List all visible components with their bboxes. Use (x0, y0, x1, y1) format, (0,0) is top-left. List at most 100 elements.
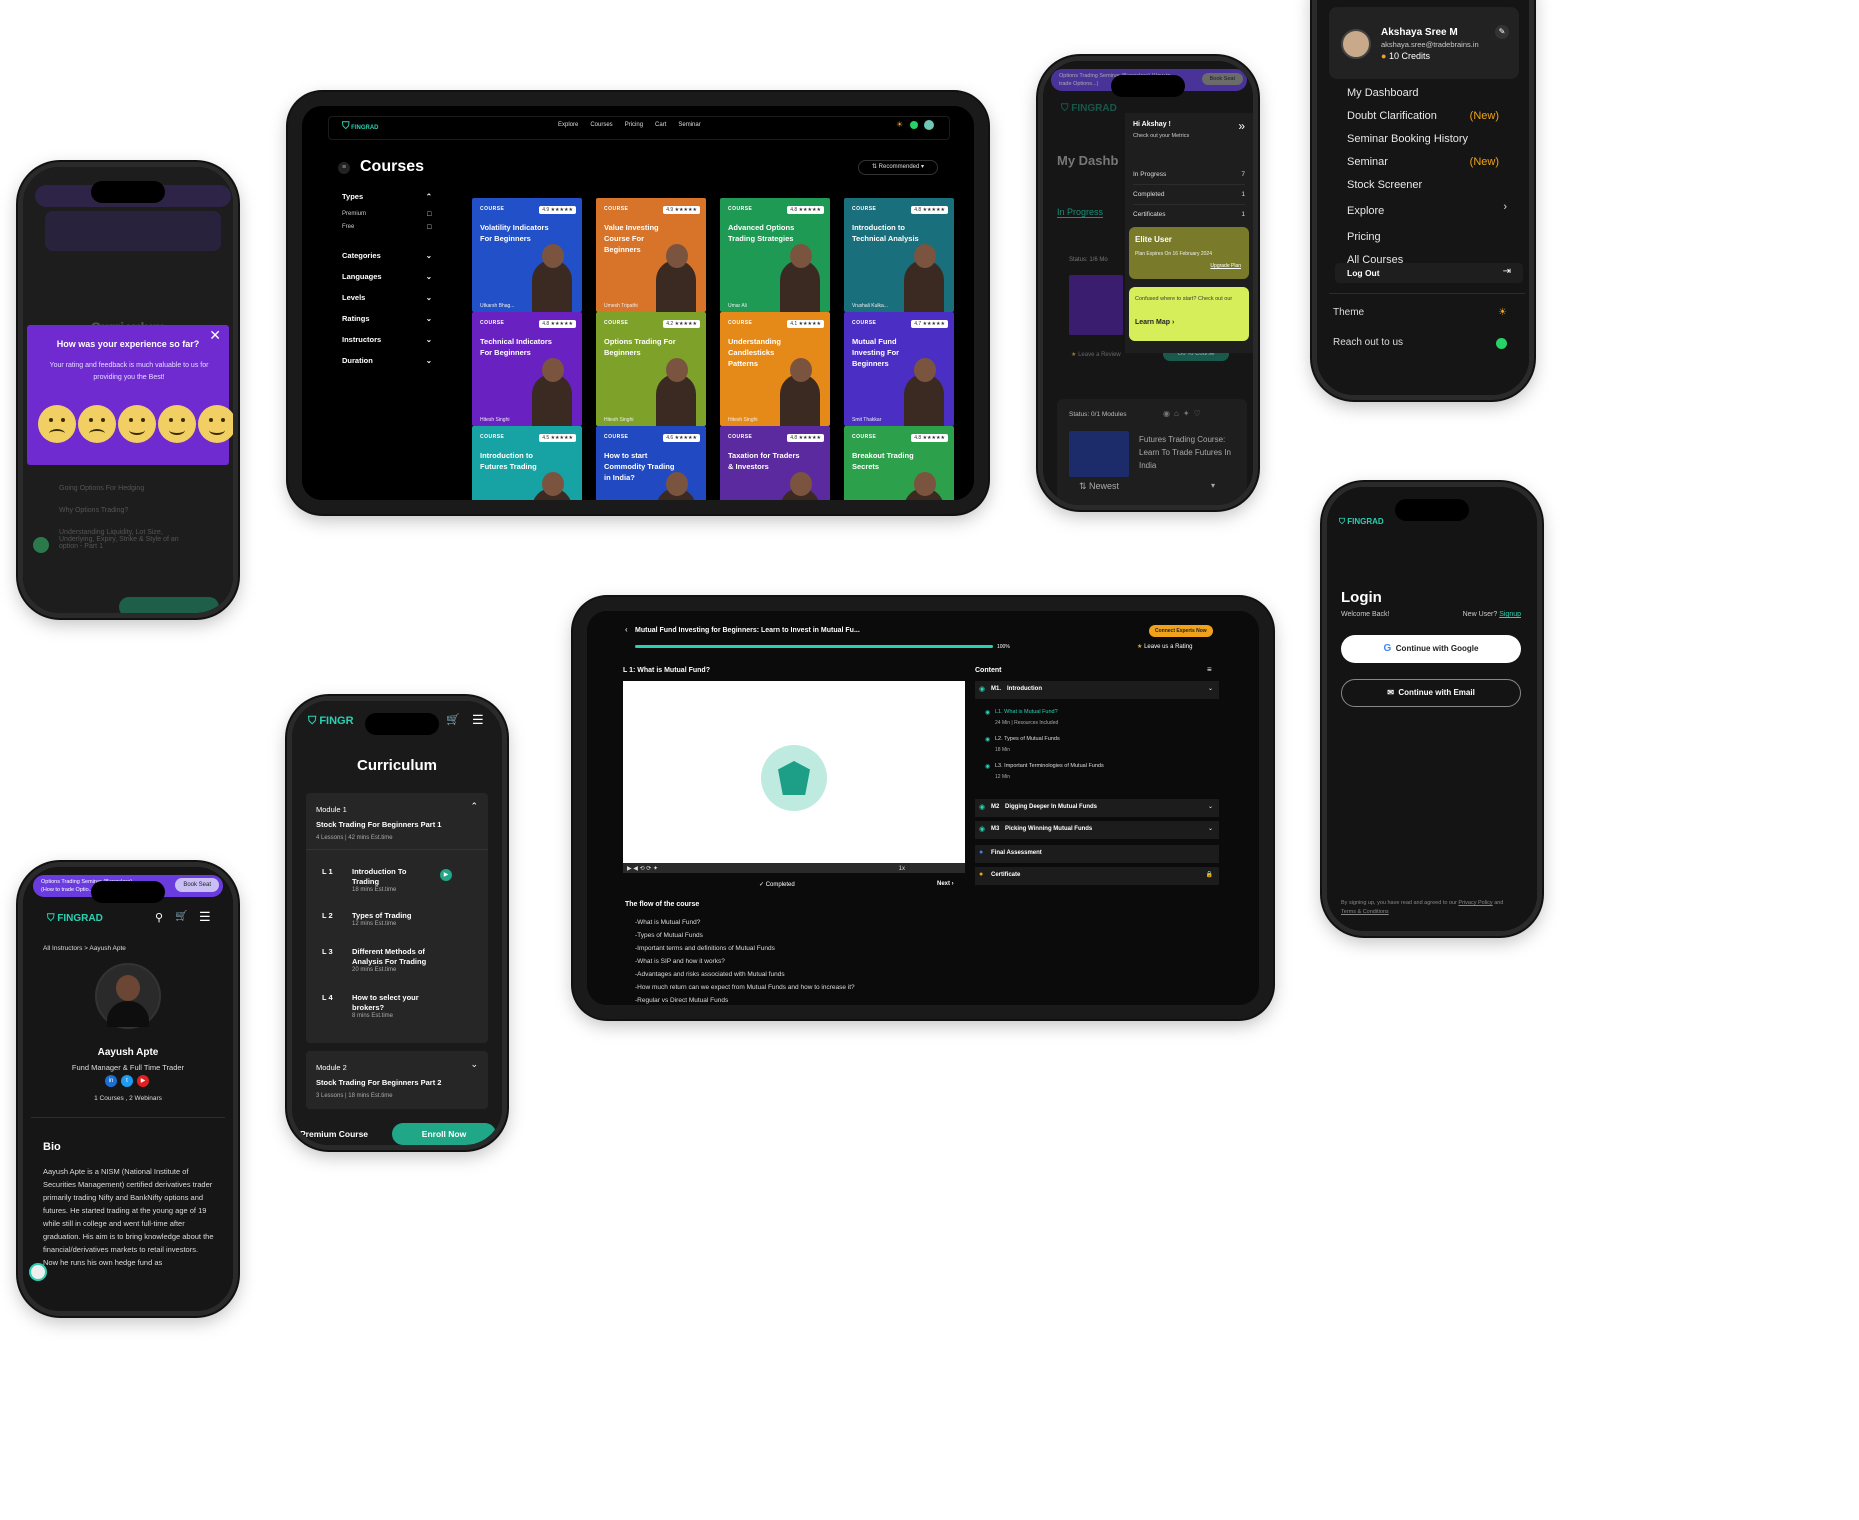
certificate[interactable]: ● Certificate 🔒 (975, 867, 1219, 885)
course-thumb[interactable] (1069, 431, 1129, 477)
course-card[interactable]: COURSE 4.9 ★★★★★ Value Investing Course Fo… (596, 198, 706, 312)
course-card[interactable]: COURSE 4.8 ★★★★★ Technical Indicators For … (472, 312, 582, 426)
emoji-sad-icon[interactable] (78, 405, 116, 443)
sun-icon[interactable]: ☀ (896, 120, 903, 129)
sun-icon[interactable]: ☀ (1498, 307, 1507, 318)
lesson-row[interactable]: ◉ L2. Types of Mutual Funds 18 Min (985, 736, 1215, 763)
reach-label[interactable]: Reach out to us (1333, 337, 1403, 348)
final-assessment[interactable]: ● Final Assessment (975, 845, 1219, 863)
menu-doubt-clarification[interactable]: Doubt Clarification (1347, 110, 1437, 122)
chevron-down-icon[interactable]: ⌄ (470, 1059, 478, 1070)
course-card[interactable]: COURSE 4.8 ★★★★★ Taxation for Traders & In… (720, 426, 830, 500)
sort-newest[interactable]: ⇅ Newest (1079, 481, 1119, 492)
course-card[interactable]: COURSE 4.8 ★★★★★ Breakout Trading Secrets (844, 426, 954, 500)
filter-levels[interactable]: Levels ⌄ (342, 293, 432, 302)
brand-logo[interactable]: ⛉ FINGRAD (1061, 103, 1117, 114)
course-card[interactable]: COURSE 4.6 ★★★★★ How to start Commodity Tr… (596, 426, 706, 500)
book-seat-button[interactable]: Book Seat (1201, 73, 1243, 85)
lesson-row[interactable]: ◉ L1. What is Mutual Fund? 24 Min | Resour… (985, 709, 1215, 736)
fingrad-logo[interactable]: ⛉ FINGRAD (342, 121, 379, 132)
emoji-happy-icon[interactable] (158, 405, 196, 443)
filter-premium[interactable]: Premium ☐ (342, 211, 432, 218)
sort-dropdown[interactable]: ⇅ Recommended ▾ (858, 160, 938, 175)
learn-map-button[interactable]: Learn Map › (1135, 319, 1174, 326)
brand-logo[interactable]: ⛉ FINGRAD (47, 913, 103, 924)
chevron-down-icon[interactable]: ▾ (1211, 481, 1215, 490)
course-card[interactable]: COURSE 4.5 ★★★★★ Introduction to Futures T… (472, 426, 582, 500)
collapse-icon[interactable]: » (1238, 119, 1245, 133)
play-controls[interactable]: ▶ ◀ ⟲ ⟳ ✦ (627, 865, 658, 872)
menu-icon[interactable]: ≡ (1207, 665, 1212, 674)
chevron-up-icon[interactable]: ⌃ (470, 801, 478, 812)
youtube-icon[interactable]: ▶ (137, 1075, 149, 1087)
play-icon[interactable]: ▶ (440, 869, 452, 881)
filter-ratings[interactable]: Ratings ⌄ (342, 314, 432, 323)
module-m3[interactable]: ◉ M3 Picking Winning Mutual Funds ⌄ (975, 821, 1219, 839)
whatsapp-icon[interactable] (910, 121, 918, 129)
action-icons[interactable]: ◉⌂✦♡ (1163, 409, 1205, 418)
chevron-right-icon[interactable]: › (1503, 201, 1507, 213)
course-card[interactable]: COURSE 4.8 ★★★★★ Advanced Options Trading … (720, 198, 830, 312)
terms-link[interactable]: Terms & Conditions (1341, 909, 1389, 915)
filter-types-label[interactable]: Types ⌃ (342, 192, 432, 201)
lesson-row[interactable]: ◉ L3. Important Terminologies of Mutual F… (985, 763, 1215, 790)
whatsapp-icon[interactable] (1496, 338, 1507, 349)
edit-icon[interactable]: ✎ (1495, 25, 1509, 39)
course-card[interactable]: COURSE 4.1 ★★★★★ Understanding Candlestick… (720, 312, 830, 426)
breadcrumb[interactable]: All Instructors > Aayush Apte (43, 945, 126, 952)
video-player[interactable]: ▶ ◀ ⟲ ⟳ ✦ 1x (623, 681, 965, 873)
enroll-now-button[interactable]: Enroll Now (392, 1123, 496, 1145)
privacy-link[interactable]: Privacy Policy (1458, 900, 1492, 906)
book-seat-button[interactable]: Book Seat (175, 878, 219, 892)
nav-pricing[interactable]: Pricing (625, 122, 643, 128)
connect-experts-button[interactable]: Connect Experts Now (1149, 625, 1213, 637)
cart-icon[interactable]: 🛒 (175, 911, 187, 922)
google-login-button[interactable]: G Continue with Google (1341, 635, 1521, 663)
menu-explore[interactable]: Explore (1347, 205, 1384, 217)
module-m1[interactable]: ◉ M1. Introduction ⌄ (975, 681, 1219, 699)
brand-logo[interactable]: ⛉ FINGR (308, 715, 354, 728)
twitter-icon[interactable]: t (121, 1075, 133, 1087)
logout-button[interactable]: Log Out ⇥ (1335, 263, 1523, 283)
filter-languages[interactable]: Languages ⌄ (342, 272, 432, 281)
course-thumb[interactable] (1069, 275, 1123, 335)
speed-label[interactable]: 1x (899, 866, 905, 872)
course-card[interactable]: COURSE 4.2 ★★★★★ Options Trading For Begin… (596, 312, 706, 426)
emoji-very-happy-icon[interactable] (198, 405, 233, 443)
cart-icon[interactable]: 🛒 (446, 713, 460, 726)
chat-avatar[interactable] (29, 1263, 47, 1281)
menu-stock-screener[interactable]: Stock Screener (1347, 179, 1422, 191)
nav-explore[interactable]: Explore (558, 122, 578, 128)
course-card[interactable]: COURSE 4.7 ★★★★★ Mutual Fund Investing For… (844, 312, 954, 426)
emoji-very-sad-icon[interactable] (38, 405, 76, 443)
linkedin-icon[interactable]: in (105, 1075, 117, 1087)
brand-logo[interactable]: ⛉ FINGRAD (1339, 517, 1384, 527)
avatar[interactable] (924, 120, 934, 130)
back-icon[interactable]: ‹ (625, 625, 628, 634)
emoji-neutral-icon[interactable] (118, 405, 156, 443)
nav-cart[interactable]: Cart (655, 122, 666, 128)
email-login-button[interactable]: ✉ Continue with Email (1341, 679, 1521, 707)
filter-free[interactable]: Free ☐ (342, 224, 432, 231)
hamburger-icon[interactable]: ☰ (472, 712, 484, 728)
filter-instructors[interactable]: Instructors ⌄ (342, 335, 432, 344)
filter-categories[interactable]: Categories ⌄ (342, 251, 432, 260)
filter-icon[interactable]: ≡ (338, 162, 350, 174)
tab-in-progress[interactable]: In Progress (1057, 207, 1104, 218)
menu-seminar-booking-history[interactable]: Seminar Booking History (1347, 133, 1468, 145)
nav-courses[interactable]: Courses (590, 122, 612, 128)
menu-pricing[interactable]: Pricing (1347, 231, 1381, 243)
hamburger-icon[interactable]: ☰ (199, 909, 211, 925)
course-card[interactable]: COURSE 4.8 ★★★★★ Introduction to Technical… (844, 198, 954, 312)
module-2-card[interactable]: Module 2 ⌄ Stock Trading For Beginners P… (306, 1051, 488, 1109)
menu-my-dashboard[interactable]: My Dashboard (1347, 87, 1419, 99)
next-button[interactable]: Next › (937, 881, 954, 887)
signup-link[interactable]: Signup (1499, 611, 1521, 618)
search-icon[interactable]: ⚲ (155, 911, 163, 924)
leave-rating-link[interactable]: ★ Leave us a Rating (1137, 643, 1192, 650)
menu-seminar[interactable]: Seminar (1347, 156, 1388, 168)
upgrade-plan-link[interactable]: Upgrade Plan (1210, 263, 1241, 269)
module-m2[interactable]: ◉ M2 Digging Deeper In Mutual Funds ⌄ (975, 799, 1219, 817)
leave-review-link[interactable]: ★ Leave a Review (1071, 351, 1121, 358)
nav-seminar[interactable]: Seminar (678, 122, 700, 128)
